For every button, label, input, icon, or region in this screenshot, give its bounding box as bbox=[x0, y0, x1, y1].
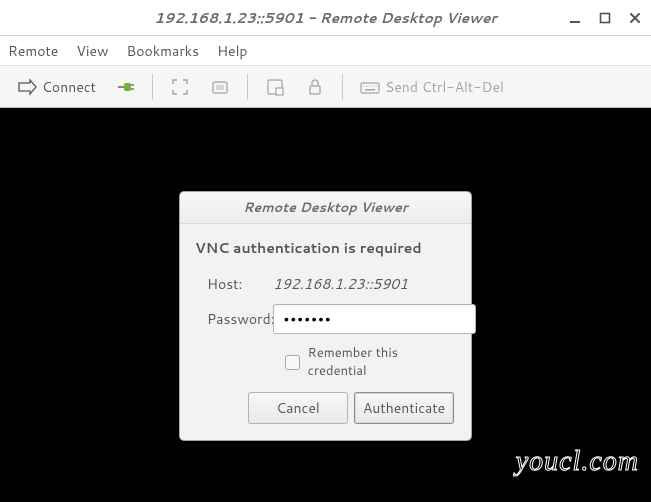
menu-help[interactable]: Help bbox=[217, 41, 247, 61]
password-label: Password: bbox=[195, 309, 273, 329]
auth-dialog: Remote Desktop Viewer VNC authentication… bbox=[179, 191, 472, 441]
host-label: Host: bbox=[195, 274, 273, 294]
menu-bookmarks[interactable]: Bookmarks bbox=[127, 41, 200, 61]
menu-remote[interactable]: Remote bbox=[8, 41, 58, 61]
window-controls bbox=[567, 0, 643, 36]
keyboard-icon bbox=[359, 76, 381, 98]
window-titlebar: 192.168.1.23::5901 - Remote Desktop View… bbox=[0, 0, 651, 36]
send-ctrl-alt-del-button[interactable]: Send Ctrl-Alt-Del bbox=[353, 72, 510, 102]
remember-label: Remember this credential bbox=[308, 344, 456, 380]
send-ctrl-alt-del-label: Send Ctrl-Alt-Del bbox=[385, 77, 504, 97]
fullscreen-button[interactable] bbox=[163, 72, 197, 102]
dialog-title: Remote Desktop Viewer bbox=[180, 192, 471, 224]
scale-icon bbox=[264, 76, 286, 98]
scale-button[interactable] bbox=[258, 72, 292, 102]
window-title: 192.168.1.23::5901 - Remote Desktop View… bbox=[154, 8, 497, 28]
toolbar-separator bbox=[152, 74, 153, 100]
cancel-button[interactable]: Cancel bbox=[248, 392, 348, 424]
disconnect-button[interactable] bbox=[108, 72, 142, 102]
menu-view[interactable]: View bbox=[76, 41, 108, 61]
connect-icon bbox=[16, 76, 38, 98]
menubar: Remote View Bookmarks Help bbox=[0, 36, 651, 66]
password-input[interactable] bbox=[273, 304, 476, 334]
authenticate-button[interactable]: Authenticate bbox=[354, 392, 454, 424]
minimize-button[interactable] bbox=[567, 10, 583, 26]
connect-label: Connect bbox=[42, 77, 96, 97]
screenshot-icon bbox=[209, 76, 231, 98]
fullscreen-icon bbox=[169, 76, 191, 98]
dialog-heading: VNC authentication is required bbox=[195, 238, 456, 258]
connect-button[interactable]: Connect bbox=[10, 72, 102, 102]
password-row: Password: bbox=[195, 304, 456, 334]
host-value: 192.168.1.23::5901 bbox=[273, 274, 408, 294]
close-button[interactable] bbox=[627, 10, 643, 26]
remember-row[interactable]: Remember this credential bbox=[195, 344, 456, 380]
maximize-button[interactable] bbox=[597, 10, 613, 26]
host-row: Host: 192.168.1.23::5901 bbox=[195, 274, 456, 294]
dialog-buttons: Cancel Authenticate bbox=[195, 392, 456, 426]
screenshot-button[interactable] bbox=[203, 72, 237, 102]
toolbar: Connect Send Ctrl-Alt-Del bbox=[0, 66, 651, 108]
readonly-button[interactable] bbox=[298, 72, 332, 102]
remember-checkbox[interactable] bbox=[285, 355, 300, 370]
toolbar-separator bbox=[247, 74, 248, 100]
watermark: youcl.com bbox=[516, 446, 639, 478]
dialog-body: VNC authentication is required Host: 192… bbox=[180, 224, 471, 440]
toolbar-separator bbox=[342, 74, 343, 100]
lock-icon bbox=[304, 76, 326, 98]
plug-icon bbox=[114, 76, 136, 98]
